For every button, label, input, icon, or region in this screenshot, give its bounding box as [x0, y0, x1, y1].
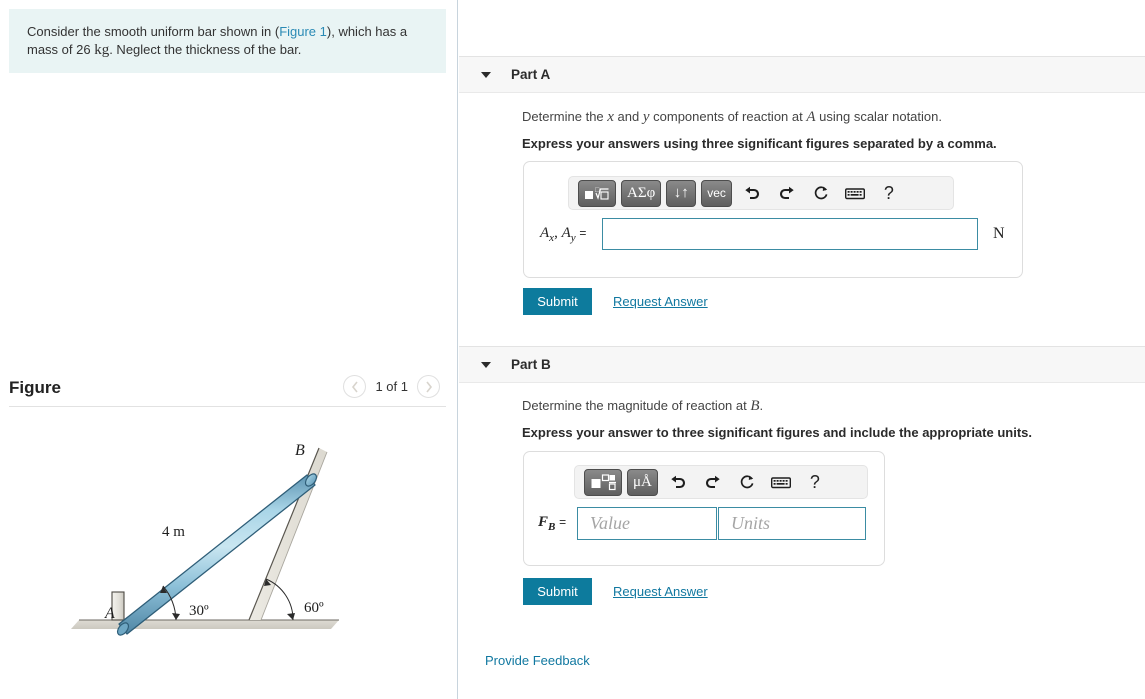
figure-panel-title: Figure	[9, 378, 61, 397]
figure-divider	[9, 406, 446, 407]
keyboard-icon[interactable]	[842, 180, 868, 207]
angle-30-label: 30º	[189, 603, 209, 619]
part-b-answer-label: FB =	[538, 514, 566, 533]
greek-symbols-button[interactable]: ΑΣφ	[621, 179, 662, 207]
part-a-prompt-pre: Determine the	[522, 109, 608, 124]
part-a-prompt-x: x	[607, 109, 614, 125]
chevron-right-icon	[425, 381, 432, 392]
part-b-submit-button[interactable]: Submit	[523, 578, 592, 605]
part-a-prompt-post: components of reaction at	[649, 109, 807, 124]
part-b-math-toolbar: μÅ ?	[574, 465, 868, 499]
reset-icon[interactable]	[808, 180, 834, 207]
redo-icon[interactable]	[774, 180, 800, 207]
label-ay-sub: y	[570, 232, 576, 244]
part-a-prompt-mid: and	[613, 109, 643, 124]
part-b-answer-box: μÅ ? FB =	[523, 451, 885, 566]
part-a-header[interactable]: Part A	[459, 56, 1145, 93]
figure-1-link[interactable]: Figure 1	[279, 24, 327, 39]
part-b-value-input[interactable]	[577, 507, 717, 540]
uniform-bar	[116, 473, 318, 636]
units-symbols-button[interactable]: μÅ	[627, 468, 658, 496]
label-fb-sub: B	[548, 521, 556, 533]
figure-next-button[interactable]	[417, 375, 440, 398]
part-a-submit-button[interactable]: Submit	[523, 288, 592, 315]
question-statement-box: Consider the smooth uniform bar shown in…	[9, 9, 446, 73]
undo-icon[interactable]	[740, 180, 766, 207]
part-b-instruction: Express your answer to three significant…	[522, 425, 1032, 440]
part-b-units-input[interactable]	[718, 507, 866, 540]
part-a-answer-box: □ ΑΣφ ↓↑ vec ? Ax, Ay = N	[523, 161, 1023, 278]
mastering-physics-problem-page: Consider the smooth uniform bar shown in…	[0, 0, 1145, 699]
question-text-tail: . Neglect the thickness of the bar.	[109, 42, 302, 57]
reset-icon[interactable]	[734, 469, 760, 496]
template-icon: □	[585, 186, 609, 200]
provide-feedback-link[interactable]: Provide Feedback	[485, 653, 590, 668]
angle-60-label: 60º	[304, 600, 324, 616]
part-a-prompt-tail: using scalar notation.	[815, 109, 942, 124]
label-fb: F	[538, 514, 549, 530]
figure-navigation: 1 of 1	[343, 375, 440, 398]
caret-down-icon[interactable]	[481, 361, 491, 368]
part-b-request-answer-link[interactable]: Request Answer	[613, 584, 708, 599]
part-b-prompt-b: B	[750, 398, 760, 414]
vector-button[interactable]: vec	[701, 179, 732, 207]
part-a-label: Part A	[511, 67, 551, 82]
sub-superscript-button[interactable]: ↓↑	[666, 179, 697, 207]
label-ax-sub: x	[549, 232, 555, 244]
part-a-answer-label: Ax, Ay =	[540, 225, 587, 244]
help-icon[interactable]: ?	[876, 180, 902, 207]
part-a-prompt: Determine the x and y components of reac…	[522, 108, 942, 126]
figure-header: Figure 1 of 1	[9, 375, 446, 405]
redo-icon[interactable]	[700, 469, 726, 496]
question-text: Consider the smooth uniform bar shown in…	[27, 23, 430, 59]
mass-unit-label: kg	[94, 42, 110, 58]
label-ay: A	[561, 225, 571, 241]
caret-down-icon[interactable]	[481, 71, 491, 78]
part-a-prompt-a: A	[806, 109, 816, 125]
figure-counter: 1 of 1	[375, 379, 408, 394]
undo-icon[interactable]	[666, 469, 692, 496]
keyboard-icon[interactable]	[768, 469, 794, 496]
part-b-prompt: Determine the magnitude of reaction at B…	[522, 397, 763, 415]
part-a-math-toolbar: □ ΑΣφ ↓↑ vec ?	[568, 176, 954, 210]
part-b-equals: =	[559, 515, 567, 529]
chevron-left-icon	[351, 381, 358, 392]
template-icon	[591, 474, 616, 491]
part-b-prompt-tail: .	[759, 398, 764, 413]
left-panel: Consider the smooth uniform bar shown in…	[0, 0, 458, 699]
part-a-answer-input[interactable]	[602, 218, 978, 250]
part-a-equals: =	[579, 226, 587, 240]
question-text-before-link: Consider the smooth uniform bar shown in…	[27, 24, 280, 39]
part-a-prompt-y: y	[642, 109, 650, 125]
part-b-label: Part B	[511, 357, 551, 372]
part-b-prompt-pre: Determine the magnitude of reaction at	[522, 398, 751, 413]
right-panel: Part A Determine the x and y components …	[459, 0, 1145, 699]
math-template-button[interactable]	[584, 468, 622, 496]
figure-prev-button[interactable]	[343, 375, 367, 398]
label-ax: A	[540, 225, 550, 241]
label-bar-length: 4 m	[162, 524, 185, 540]
part-b-header[interactable]: Part B	[459, 346, 1145, 383]
help-icon[interactable]: ?	[802, 469, 828, 496]
part-a-unit-label: N	[993, 225, 1005, 242]
label-point-a: A	[104, 605, 115, 622]
part-a-instruction: Express your answers using three signifi…	[522, 136, 997, 151]
math-template-button[interactable]: □	[578, 179, 616, 207]
figure-diagram[interactable]: 30º 60º A B 4 m	[9, 412, 446, 682]
part-a-request-answer-link[interactable]: Request Answer	[613, 294, 708, 309]
label-point-b: B	[295, 442, 305, 459]
